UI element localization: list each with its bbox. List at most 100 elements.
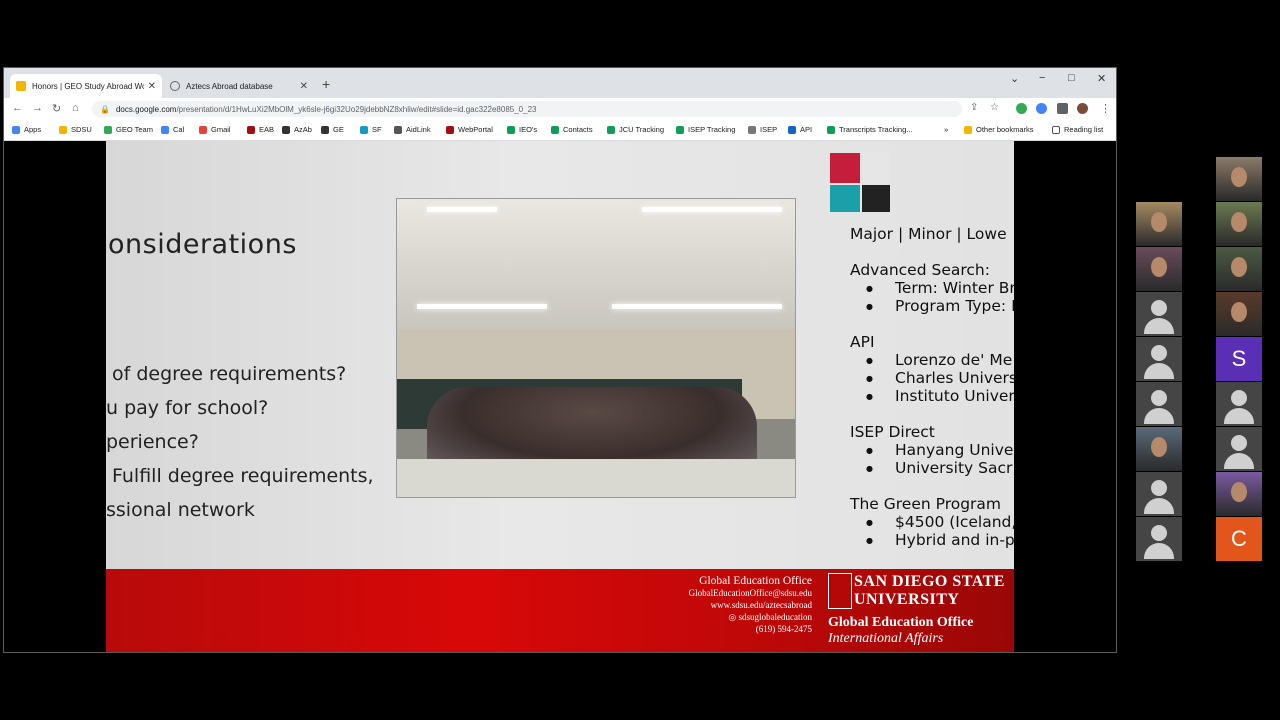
- bookmark-9[interactable]: AidLink: [394, 125, 431, 134]
- tab-search-icon[interactable]: ⌄: [1010, 72, 1019, 85]
- participant-tile[interactable]: [1216, 157, 1262, 201]
- participant-tile[interactable]: [1136, 292, 1182, 336]
- bookmarks-overflow-icon[interactable]: »: [944, 125, 948, 134]
- participant-face: [1231, 482, 1247, 502]
- participant-tile[interactable]: [1216, 202, 1262, 246]
- participant-face: [1151, 437, 1167, 457]
- bookmark-4[interactable]: Gmail: [199, 125, 231, 134]
- puzzle-icon[interactable]: [1057, 103, 1068, 114]
- bookmark-icon: [59, 125, 67, 134]
- program-list: Major | Minor | Lowe Advanced Search:Term…: [850, 225, 1014, 549]
- participant-tile[interactable]: [1216, 247, 1262, 291]
- participant-initial: S: [1231, 346, 1247, 371]
- profile-avatar[interactable]: [1077, 103, 1088, 114]
- bookmark-icon: [360, 125, 368, 134]
- reload-icon[interactable]: ↻: [52, 102, 61, 115]
- close-window-button[interactable]: ✕: [1097, 72, 1106, 85]
- participant-tile[interactable]: [1136, 472, 1182, 516]
- participant-tile[interactable]: [1136, 247, 1182, 291]
- url-path: /presentation/d/1HwLuXi2MbOlM_yk6sle-j6g…: [176, 104, 537, 114]
- bookmark-8[interactable]: SF: [360, 125, 382, 134]
- bookmark-3[interactable]: Cal: [161, 125, 184, 134]
- participant-tile[interactable]: [1136, 202, 1182, 246]
- program-item: University Sacr: [850, 459, 1014, 477]
- participant-tile[interactable]: [1216, 472, 1262, 516]
- participant-tile[interactable]: [1216, 427, 1262, 471]
- bullet-item: ssional network: [106, 499, 255, 521]
- tab-strip: Honors | GEO Study Abroad Wor ✕ Aztecs A…: [4, 68, 1116, 98]
- program-heading: Advanced Search:: [850, 261, 990, 279]
- participant-tile[interactable]: [1216, 382, 1262, 426]
- bookmark-icon: [161, 125, 169, 134]
- close-icon[interactable]: ✕: [148, 81, 156, 92]
- home-icon[interactable]: ⌂: [72, 102, 79, 114]
- other-bookmarks[interactable]: Other bookmarks: [964, 125, 1034, 134]
- brand-office: Global Education Office: [828, 615, 974, 630]
- participant-tile[interactable]: [1136, 382, 1182, 426]
- folder-icon: [964, 125, 972, 134]
- global-education-logo: [862, 153, 890, 183]
- program-item: Program Type: F: [850, 297, 1014, 315]
- program-item: Lorenzo de' Me: [850, 351, 1014, 369]
- reading-list[interactable]: Reading list: [1052, 125, 1103, 134]
- extension-icon[interactable]: [1016, 103, 1027, 114]
- office-email: GlobalEducationOffice@sdsu.edu: [688, 588, 812, 598]
- tab-aztecs-abroad[interactable]: Aztecs Abroad database ✕: [164, 74, 314, 98]
- maximize-button[interactable]: □: [1068, 72, 1075, 84]
- new-tab-button[interactable]: +: [322, 76, 330, 92]
- back-icon[interactable]: ←: [12, 102, 23, 114]
- slide-title: onsiderations: [108, 229, 297, 260]
- bookmark-icon: [676, 125, 684, 134]
- bookmark-icon: [247, 125, 255, 134]
- bookmark-icon: [394, 125, 402, 134]
- brand-line1: San Diego State: [854, 573, 1005, 590]
- address-bar[interactable]: 🔒 docs.google.com/presentation/d/1HwLuXi…: [92, 101, 962, 117]
- star-icon[interactable]: ☆: [990, 102, 999, 113]
- bookmark-icon: [321, 125, 329, 134]
- brand-line2: University: [854, 591, 960, 608]
- bookmark-7[interactable]: GE: [321, 125, 344, 134]
- bullet-item: of degree requirements?: [112, 363, 347, 385]
- bookmark-12[interactable]: Contacts: [551, 125, 593, 134]
- tab-honors-geo[interactable]: Honors | GEO Study Abroad Wor ✕: [10, 74, 162, 98]
- bookmark-0[interactable]: Apps: [12, 125, 41, 134]
- participant-face: [1231, 212, 1247, 232]
- close-icon[interactable]: ✕: [300, 81, 308, 92]
- participant-tile[interactable]: [1136, 337, 1182, 381]
- bookmark-14[interactable]: ISEP Tracking: [676, 125, 735, 134]
- participant-tile[interactable]: C: [1216, 517, 1262, 561]
- bookmark-icon: [282, 125, 290, 134]
- share-icon[interactable]: ⇪: [970, 102, 978, 113]
- forward-icon[interactable]: →: [32, 102, 43, 114]
- program-item: Charles Univers: [850, 369, 1014, 387]
- office-phone: (619) 594-2475: [755, 624, 812, 634]
- program-heading: API: [850, 333, 875, 351]
- participant-tile[interactable]: [1216, 292, 1262, 336]
- globe-icon: [170, 81, 180, 91]
- bookmark-17[interactable]: Transcripts Tracking...: [827, 125, 913, 134]
- menu-icon[interactable]: ⋮: [1100, 102, 1111, 115]
- footer-contact: Global Education Office GlobalEducationO…: [666, 575, 812, 635]
- bookmark-icon: [104, 125, 112, 134]
- bookmark-10[interactable]: WebPortal: [446, 125, 493, 134]
- office-website: www.sdsu.edu/aztecsabroad: [710, 600, 812, 610]
- participant-tile[interactable]: [1136, 427, 1182, 471]
- tab-title: Honors | GEO Study Abroad Wor: [32, 81, 144, 91]
- bookmark-15[interactable]: ISEP: [748, 125, 777, 134]
- bookmark-5[interactable]: EAB: [247, 125, 274, 134]
- bookmark-13[interactable]: JCU Tracking: [607, 125, 664, 134]
- bookmark-1[interactable]: SDSU: [59, 125, 92, 134]
- sdsu-seal-icon: [828, 573, 852, 609]
- bookmark-11[interactable]: IEO's: [507, 125, 537, 134]
- participant-face: [1151, 257, 1167, 277]
- bookmark-6[interactable]: AzAb: [282, 125, 312, 134]
- bookmark-icon: [607, 125, 615, 134]
- minimize-button[interactable]: −: [1039, 72, 1045, 84]
- participant-tile[interactable]: [1136, 517, 1182, 561]
- logo-tile: [862, 185, 890, 212]
- bookmark-2[interactable]: GEO Team: [104, 125, 153, 134]
- reading-list-icon: [1052, 125, 1060, 134]
- bookmark-16[interactable]: API: [788, 125, 812, 134]
- participant-tile[interactable]: S: [1216, 337, 1262, 381]
- extension-icon[interactable]: [1036, 103, 1047, 114]
